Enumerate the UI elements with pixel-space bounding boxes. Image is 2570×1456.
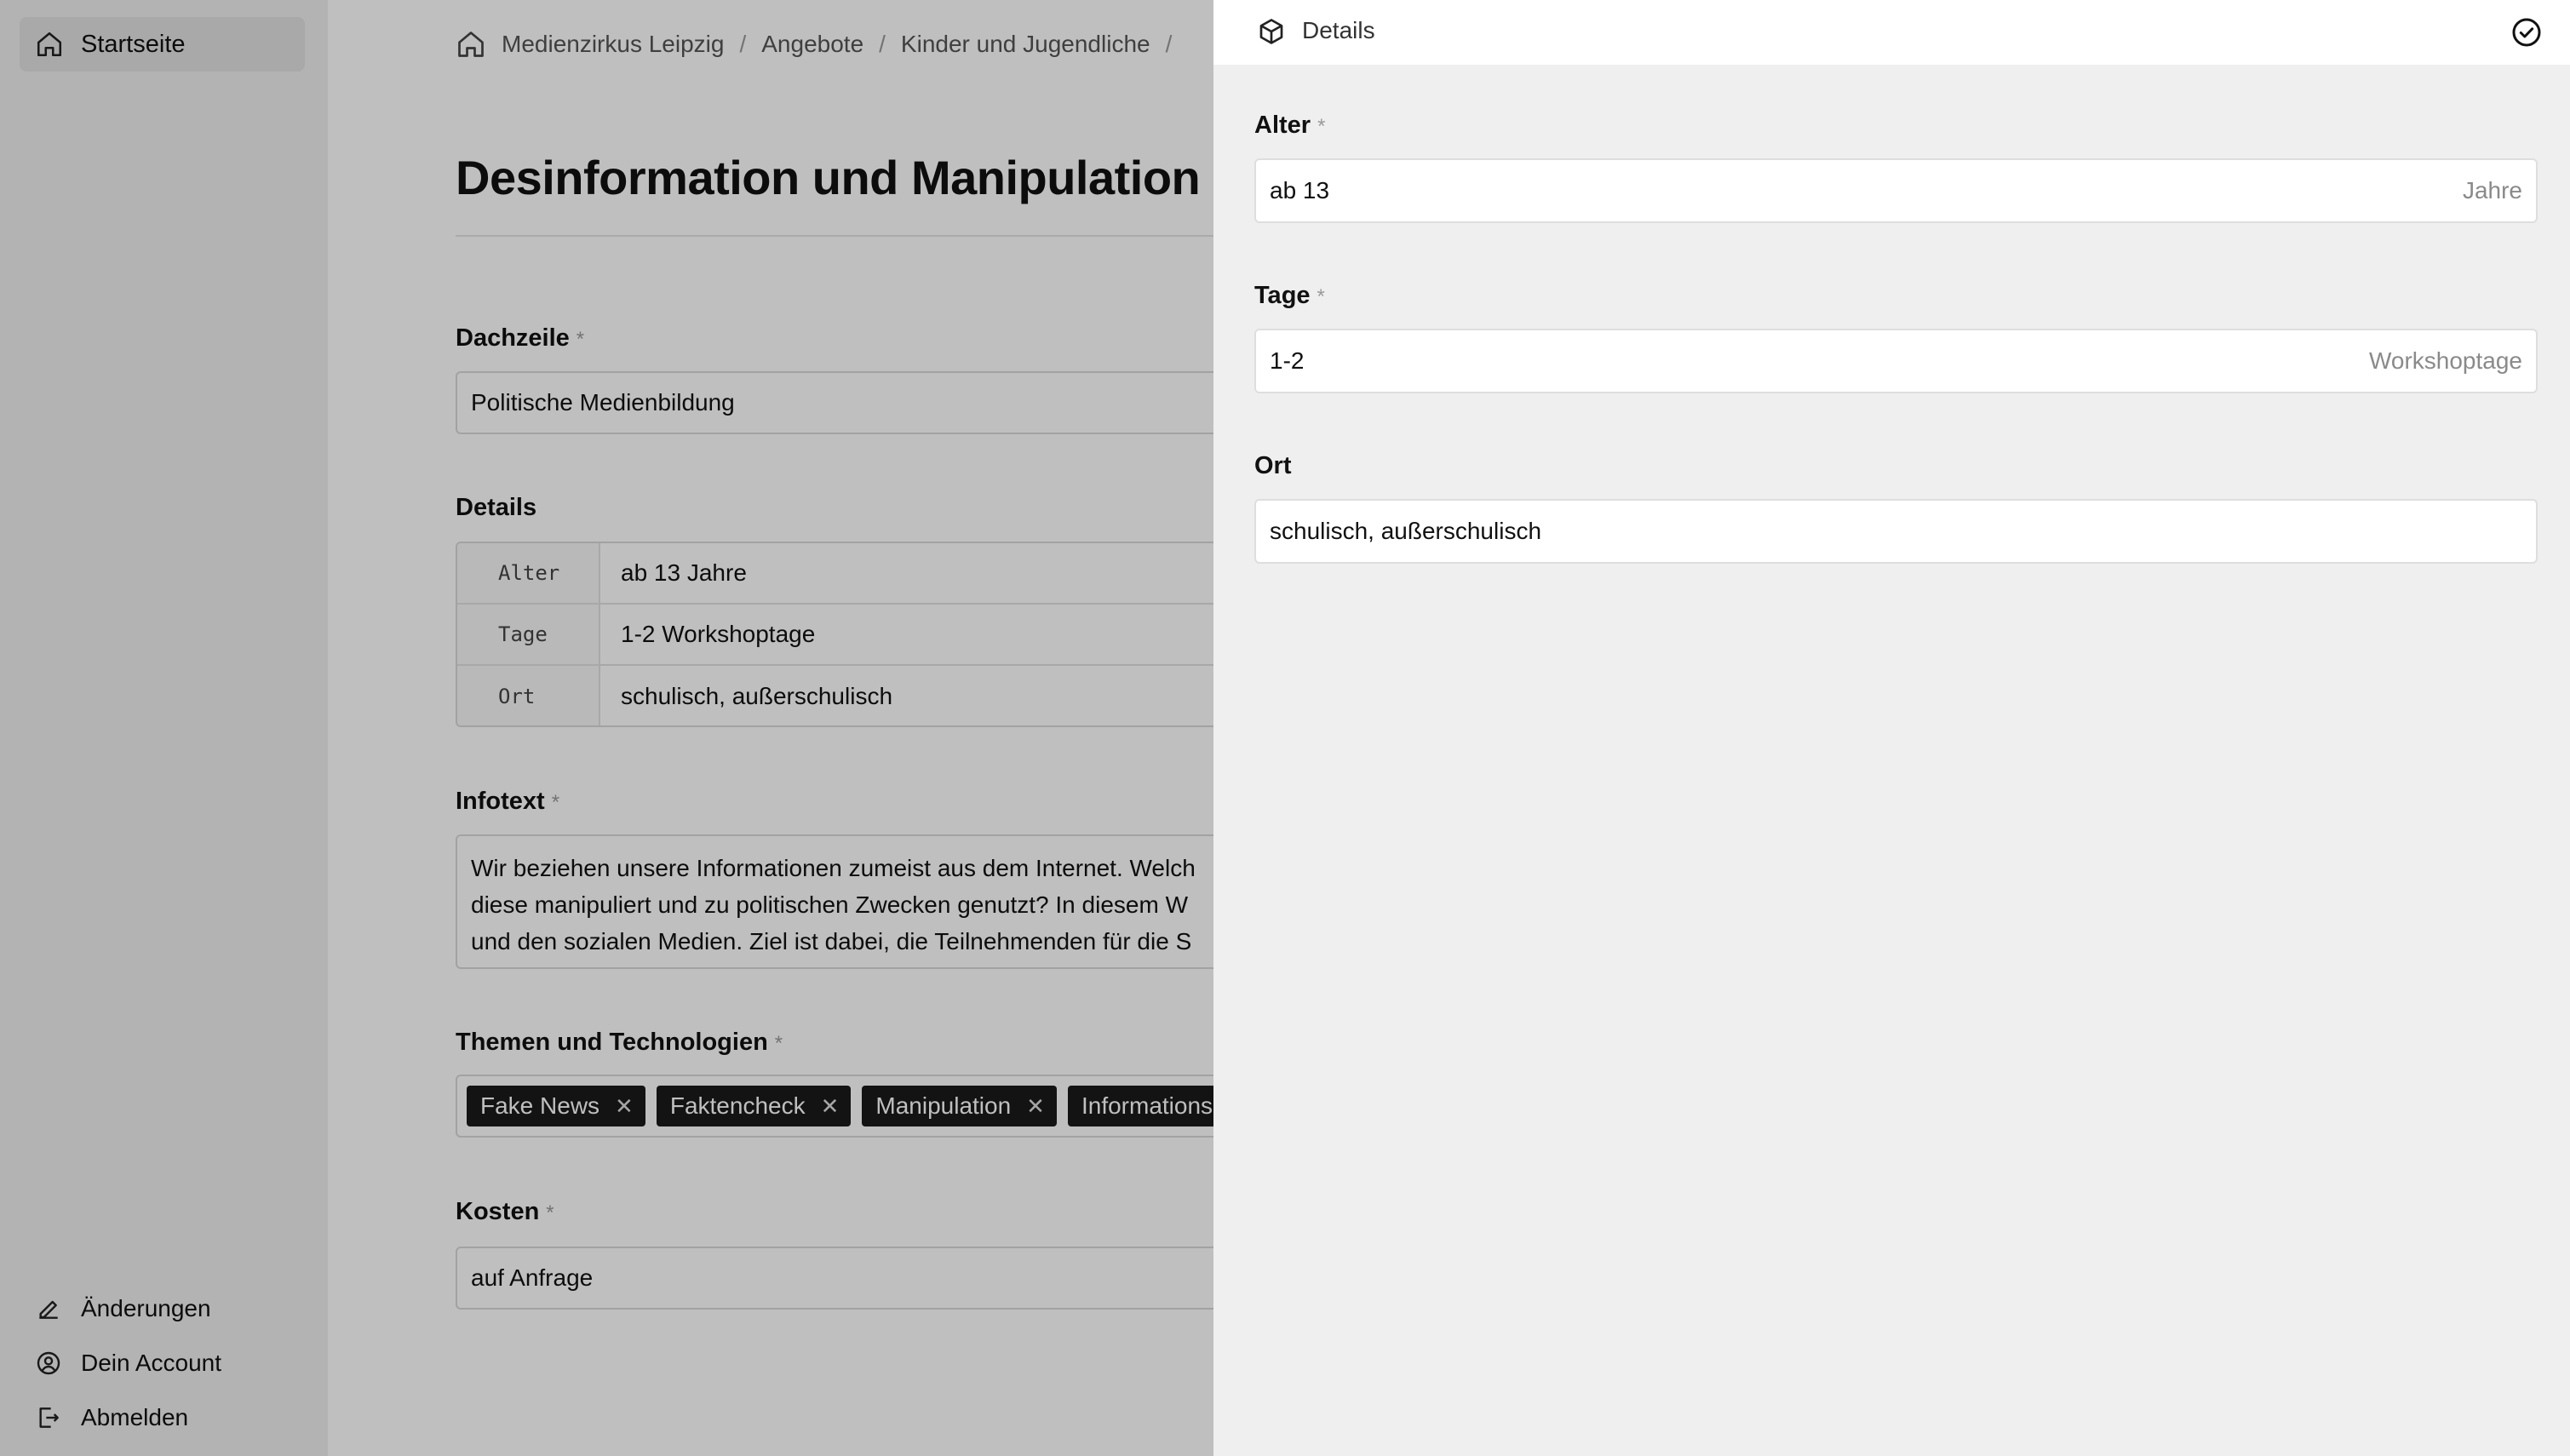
tage-input[interactable]: 1-2 Workshoptage [1254,329,2538,393]
ort-input[interactable]: schulisch, außerschulisch [1254,499,2538,564]
alter-value: ab 13 [1270,177,1330,203]
ort-label: Ort [1254,452,1292,480]
modal-backdrop[interactable] [0,0,1213,1456]
ort-value: schulisch, außerschulisch [1270,518,1542,544]
tage-label-text: Tage [1254,282,1311,309]
required-mark: * [1317,115,1326,138]
tage-label: Tage * [1254,282,1325,310]
details-drawer: Details Alter * ab 13 Jahre Tage * 1-2 Wor… [1213,0,2570,1456]
drawer-title: Details [1302,17,1375,43]
alter-label: Alter * [1254,112,1325,140]
check-circle-icon[interactable] [2510,15,2544,49]
required-mark: * [1317,285,1325,308]
drawer-header: Details [1213,0,2570,65]
ort-label-text: Ort [1254,452,1292,479]
cube-icon [1259,19,1283,44]
tage-suffix: Workshoptage [2368,347,2522,374]
alter-label-text: Alter [1254,112,1311,139]
alter-input[interactable]: ab 13 Jahre [1254,158,2538,223]
tage-value: 1-2 [1270,347,1305,374]
alter-suffix: Jahre [2462,177,2522,203]
